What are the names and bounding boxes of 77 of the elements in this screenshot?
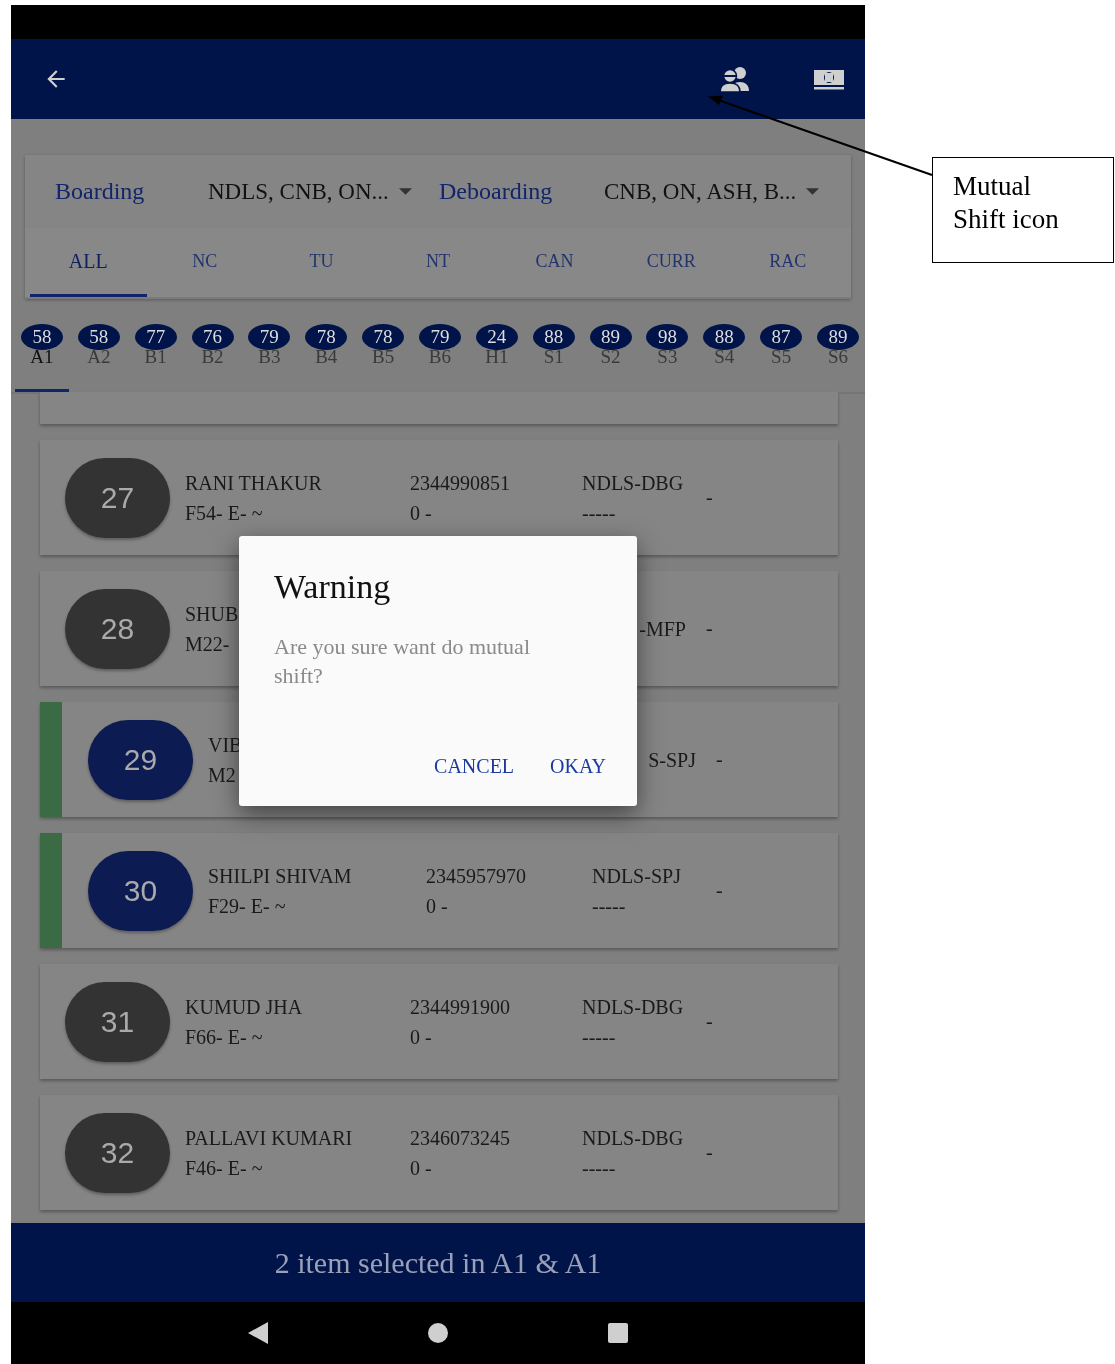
phone-number: 2344991900 (410, 994, 510, 1019)
count-badge: 58 (77, 324, 120, 350)
passenger-name: PALLAVI KUMARI (185, 1125, 353, 1150)
count-badge: 79 (418, 324, 461, 350)
count-badge: 78 (362, 324, 405, 350)
berth-badge: 32 (65, 1112, 170, 1193)
route-text: NDLS-SPJ (592, 863, 681, 888)
coach-label: S5 (771, 347, 792, 367)
seat-info: M22- (185, 631, 230, 656)
phone-number: 2344990851 (410, 470, 510, 495)
dialog-message: Are you sure want do mutual shift? (274, 633, 531, 690)
filter-label: Deboarding (439, 178, 554, 205)
seat-info: F66- E- ~ (185, 1024, 263, 1049)
berth-badge: 31 (65, 981, 170, 1062)
status-text: ----- (592, 893, 626, 918)
count-badge: 87 (760, 324, 803, 350)
passenger-name: RANI THAKUR (185, 470, 322, 495)
dialog-title: Warning (274, 568, 392, 606)
coach-label: B5 (372, 347, 395, 367)
seat-info: M2 (208, 762, 236, 787)
count-badge: 77 (134, 324, 177, 350)
count-badge: 78 (305, 324, 348, 350)
count-badge: 89 (589, 324, 632, 350)
berth-badge: 29 (88, 719, 193, 800)
coach-label: S2 (600, 347, 621, 367)
count-badge: 76 (191, 324, 234, 350)
berth-badge: 30 (88, 850, 193, 931)
dash-text: - (706, 1141, 713, 1164)
dash-text: - (716, 748, 723, 771)
coach-label: S3 (657, 347, 678, 367)
annotation-text: Mutual Shift icon (953, 170, 1060, 236)
berth-badge: 27 (65, 457, 170, 538)
phone-number: 2345957970 (426, 863, 526, 888)
phone-number: 2346073245 (410, 1125, 510, 1150)
coach-label: A1 (30, 347, 54, 367)
status-text: ----- (582, 1024, 616, 1049)
status-text: ----- (582, 500, 616, 525)
count-badge: 89 (816, 324, 859, 350)
seat-info: F54- E- ~ (185, 500, 263, 525)
passenger-name: SHILPI SHIVAM (208, 863, 352, 888)
dash-text: - (706, 617, 713, 640)
coach-label: S4 (714, 347, 735, 367)
filter-label: Boarding (55, 178, 146, 205)
route-text: NDLS-DBG (582, 1125, 684, 1150)
seat-info: F29- E- ~ (208, 893, 286, 918)
coach-label: B6 (428, 347, 452, 367)
coach-label: B2 (201, 347, 224, 367)
count-badge: 88 (703, 324, 746, 350)
dash-text: - (706, 1010, 713, 1033)
status-text: ----- (582, 1155, 616, 1180)
passenger-name: SHUB (185, 601, 239, 626)
dash-text: - (706, 486, 713, 509)
coach-label: S1 (543, 347, 564, 367)
amount-text: 0 - (426, 893, 448, 918)
coach-label: S6 (827, 347, 848, 367)
count-badge: 79 (248, 324, 291, 350)
route-text: NDLS-DBG (582, 470, 684, 495)
route-text: S-SPJ (648, 747, 696, 772)
coach-label: A2 (87, 347, 111, 367)
route-text: -MFP (639, 616, 686, 641)
count-badge: 88 (532, 324, 575, 350)
route-text: NDLS-DBG (582, 994, 684, 1019)
coach-label: B1 (144, 347, 167, 367)
coach-label: H1 (485, 347, 509, 367)
coach-label: B3 (258, 347, 281, 367)
selection-summary: 2 item selected in A1 & A1 (274, 1245, 602, 1280)
count-badge: 58 (20, 324, 63, 350)
berth-badge: 28 (65, 588, 170, 669)
amount-text: 0 - (410, 1155, 432, 1180)
passenger-name: KUMUD JHA (185, 994, 303, 1019)
dash-text: - (716, 879, 723, 902)
count-badge: 98 (646, 324, 689, 350)
seat-info: F46- E- ~ (185, 1155, 263, 1180)
count-badge: 24 (475, 324, 518, 350)
coach-label: B4 (315, 347, 338, 367)
amount-text: 0 - (410, 500, 432, 525)
amount-text: 0 - (410, 1024, 432, 1049)
